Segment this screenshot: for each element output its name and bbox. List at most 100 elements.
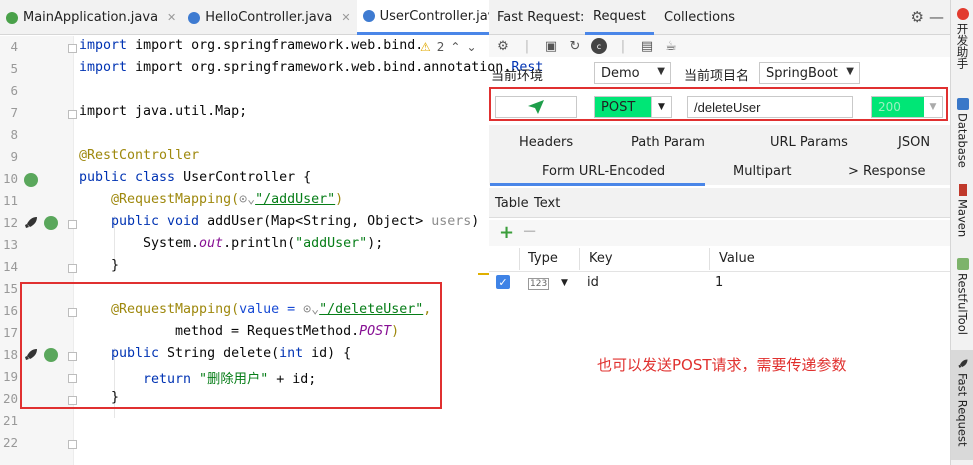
rocket-icon <box>958 359 967 368</box>
tool-label: RestfulTool <box>955 273 970 335</box>
tab-text[interactable]: Text <box>534 196 560 211</box>
line-number: 6 <box>10 83 18 98</box>
project-select[interactable]: SpringBoot ▼ <box>759 62 860 84</box>
tab-headers[interactable]: Headers <box>519 135 573 150</box>
line-number: 19 <box>2 369 18 384</box>
code-text: .println( <box>223 236 296 251</box>
code-text: public void <box>111 214 208 229</box>
code-text: out <box>199 236 224 251</box>
tab-response[interactable]: > Response <box>848 164 925 179</box>
code-text: ); <box>367 236 384 251</box>
code-text: users <box>431 214 472 229</box>
tool-maven[interactable]: Maven <box>951 184 973 237</box>
line-number: 4 <box>10 39 18 54</box>
fast-request-toolbar: ⚙ | ▣ ↻ c | ▤ ☕ <box>489 35 950 57</box>
tool-database[interactable]: Database <box>951 98 973 168</box>
minimize-icon[interactable]: — <box>929 8 944 26</box>
line-number: 22 <box>2 435 18 450</box>
book-icon[interactable]: ▤ <box>639 38 655 54</box>
java-class-icon <box>362 10 375 22</box>
code-line: @RestController <box>79 148 200 163</box>
line-number: 9 <box>10 149 18 164</box>
tab-json[interactable]: JSON <box>898 135 930 150</box>
fold-marker[interactable] <box>68 440 77 449</box>
method-select[interactable]: POST ▼ <box>594 96 672 118</box>
tab-label: HelloController.java <box>205 10 333 25</box>
line-number: 5 <box>10 61 18 76</box>
remove-icon[interactable]: − <box>522 221 537 242</box>
tab-label: MainApplication.java <box>23 10 159 25</box>
code-text: import org.springframework.web.bind.anno… <box>135 60 512 75</box>
annotation-note: 也可以发送POST请求，需要传递参数 <box>597 356 847 374</box>
chevron-down-icon: ▼ <box>846 66 854 77</box>
restfultool-icon <box>956 258 969 270</box>
code-line: } <box>111 258 120 273</box>
table-row[interactable]: 123 ▼ id 1 <box>489 272 950 294</box>
tool-dev-helper[interactable]: 开发助手 <box>951 8 973 69</box>
chevron-down-icon[interactable]: ▼ <box>561 278 568 288</box>
tab-request[interactable]: Request <box>585 0 654 35</box>
active-tab-indicator <box>490 183 705 186</box>
tab-url-params[interactable]: URL Params <box>770 135 848 150</box>
tab-multipart[interactable]: Multipart <box>733 164 791 179</box>
line-number: 16 <box>2 303 18 318</box>
code-line: @RequestMapping(⊙⌄"/addUser") <box>111 192 343 207</box>
warning-count: 2 <box>436 40 445 54</box>
inspection-widget[interactable]: ⚠ 2 ⌃ ⌄ <box>420 36 489 58</box>
tab-mainapplication[interactable]: MainApplication.java ✕ <box>0 0 182 35</box>
chevron-up-icon[interactable]: ⌃ <box>450 40 460 54</box>
environment-row: 当前环境 Demo ▼ 当前项目名 SpringBoot ▼ <box>489 59 950 87</box>
tab-hellocontroller[interactable]: HelloController.java ✕ <box>182 0 356 35</box>
send-button[interactable] <box>495 96 577 118</box>
fold-marker[interactable] <box>68 110 77 119</box>
chevron-down-icon[interactable]: ⌄ <box>466 40 476 54</box>
refresh-icon[interactable]: ↻ <box>567 38 583 54</box>
status-value: 200 <box>878 100 901 114</box>
gear-icon[interactable]: ⚙ <box>495 38 511 54</box>
fold-marker[interactable] <box>68 44 77 53</box>
fold-marker[interactable] <box>68 264 77 273</box>
send-icon <box>528 100 544 114</box>
line-number: 20 <box>2 391 18 406</box>
fold-marker[interactable] <box>68 220 77 229</box>
spring-bean-icon[interactable] <box>24 173 38 187</box>
coffee-icon[interactable]: ☕ <box>663 38 679 54</box>
line-number: 12 <box>2 215 18 230</box>
editor-tab-bar: MainApplication.java ✕ HelloController.j… <box>0 0 528 35</box>
spring-bean-icon[interactable] <box>44 216 58 230</box>
tab-collections[interactable]: Collections <box>656 0 743 35</box>
param-value[interactable]: 1 <box>715 275 723 290</box>
gear-icon[interactable]: ⚙ <box>911 8 924 26</box>
close-icon[interactable]: ✕ <box>167 11 176 24</box>
line-number: 7 <box>10 105 18 120</box>
status-code-field[interactable]: 200 ▼ <box>871 96 943 118</box>
fast-request-header: Fast Request: Request Collections ⚙ — <box>489 0 950 35</box>
url-input[interactable]: /deleteUser <box>687 96 853 118</box>
tab-path-param[interactable]: Path Param <box>631 135 705 150</box>
separator: | <box>620 38 626 54</box>
rocket-icon[interactable] <box>23 215 39 231</box>
param-key[interactable]: id <box>587 275 599 290</box>
row-checkbox[interactable]: ✓ <box>496 275 510 289</box>
tab-form-url-encoded[interactable]: Form URL-Encoded <box>542 164 665 179</box>
env-select[interactable]: Demo ▼ <box>594 62 671 84</box>
tool-fast-request[interactable]: Fast Request <box>951 350 973 460</box>
params-table-header: Type Key Value <box>489 246 950 272</box>
tool-restfultool[interactable]: RestfulTool <box>951 258 973 335</box>
tab-label: UserController.java <box>379 8 504 24</box>
line-number: 18 <box>2 347 18 362</box>
code-line: public class UserController { <box>79 170 311 185</box>
close-icon[interactable]: ✕ <box>341 11 350 24</box>
add-icon[interactable]: + <box>499 222 514 243</box>
right-tool-strip: 开发助手 Database Maven RestfulTool Fast Req… <box>950 0 973 465</box>
select-value: Demo <box>601 65 640 81</box>
chevron-down-icon: ▼ <box>657 66 665 77</box>
line-number: 14 <box>2 259 18 274</box>
chevron-down-icon: ▼ <box>651 97 671 117</box>
curl-icon[interactable]: c <box>591 38 607 54</box>
save-icon[interactable]: ▣ <box>543 38 559 54</box>
tab-table[interactable]: Table <box>495 196 529 211</box>
line-number: 10 <box>2 171 18 186</box>
line-number: 17 <box>2 325 18 340</box>
line-number: 15 <box>2 281 18 296</box>
